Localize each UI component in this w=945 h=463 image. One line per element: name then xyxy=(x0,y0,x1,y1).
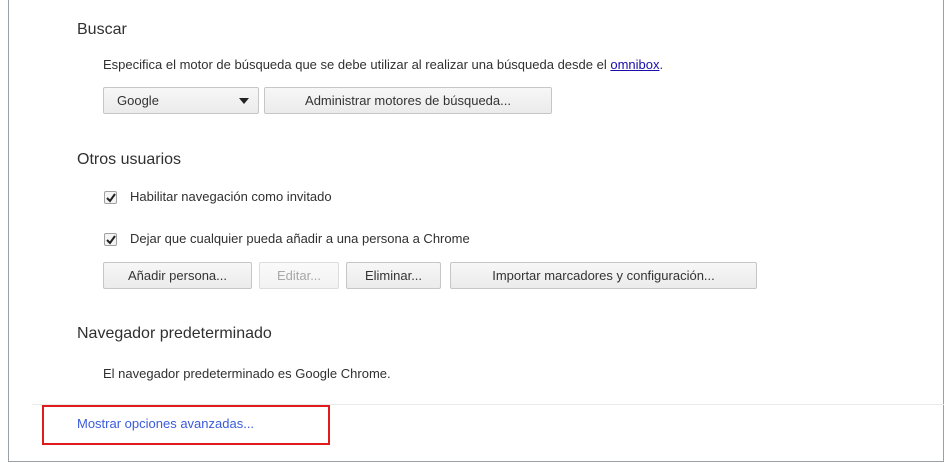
search-section-title: Buscar xyxy=(77,21,127,38)
edit-person-button[interactable]: Editar... xyxy=(259,262,339,289)
add-person-checkbox[interactable] xyxy=(104,233,117,246)
show-advanced-settings-link[interactable]: Mostrar opciones avanzadas... xyxy=(77,416,254,431)
checkmark-icon xyxy=(106,235,116,245)
checkmark-icon xyxy=(106,193,116,203)
search-engine-select[interactable]: Google xyxy=(103,87,259,114)
default-browser-status: El navegador predeterminado es Google Ch… xyxy=(103,366,391,381)
omnibox-link[interactable]: omnibox xyxy=(610,57,659,72)
import-bookmarks-button[interactable]: Importar marcadores y configuración... xyxy=(450,262,757,289)
search-engine-selected: Google xyxy=(117,93,159,108)
manage-search-engines-button[interactable]: Administrar motores de búsqueda... xyxy=(264,87,552,114)
default-browser-section-title: Navegador predeterminado xyxy=(77,325,272,342)
search-description-text: Especifica el motor de búsqueda que se d… xyxy=(103,57,611,72)
guest-browsing-label: Habilitar navegación como invitado xyxy=(130,189,332,204)
add-person-button[interactable]: Añadir persona... xyxy=(103,262,252,289)
delete-person-button[interactable]: Eliminar... xyxy=(346,262,441,289)
search-description-period: . xyxy=(659,57,664,72)
other-users-section-title: Otros usuarios xyxy=(77,151,182,168)
guest-browsing-checkbox[interactable] xyxy=(104,191,117,204)
add-person-label: Dejar que cualquier pueda añadir a una p… xyxy=(130,231,470,246)
search-description: Especifica el motor de búsqueda que se d… xyxy=(103,57,663,72)
dropdown-arrow-icon xyxy=(239,98,249,104)
